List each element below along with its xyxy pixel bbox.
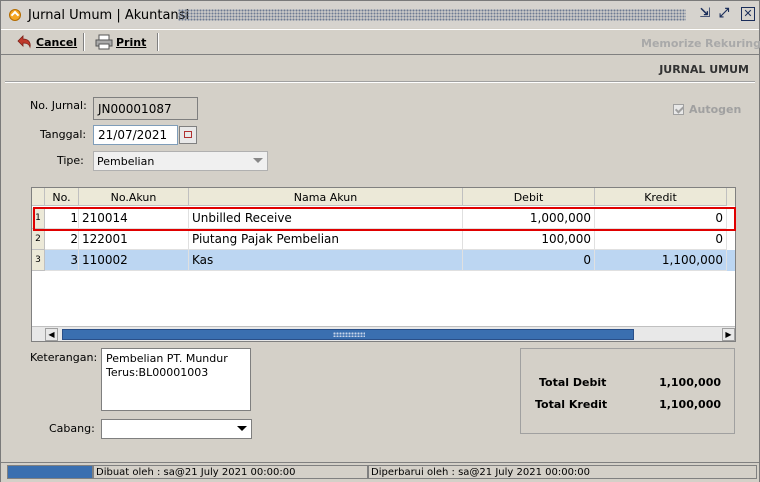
scroll-left-icon[interactable]: ◀ <box>45 328 58 341</box>
keterangan-line: Terus:BL00001003 <box>106 366 209 379</box>
cell-nama-akun[interactable]: Unbilled Receive <box>189 208 463 229</box>
row-number: 2 <box>32 229 45 250</box>
chevron-down-icon <box>253 158 263 163</box>
cell-debit[interactable]: 1,000,000 <box>463 208 595 229</box>
tipe-value: Pembelian <box>97 154 155 168</box>
cell-kredit[interactable]: 1,100,000 <box>595 250 727 271</box>
row-number-header <box>32 188 45 206</box>
printer-icon <box>95 34 113 50</box>
toolbar-divider <box>157 33 159 51</box>
cell-no[interactable]: 3 <box>45 250 79 271</box>
memorize-button[interactable]: Memorize <box>641 37 701 50</box>
tipe-label: Tipe: <box>57 154 84 167</box>
horizontal-scrollbar[interactable]: ◀ ▶ <box>32 326 735 341</box>
undo-icon <box>17 35 31 49</box>
cell-kredit[interactable]: 0 <box>595 229 727 250</box>
calendar-icon[interactable] <box>179 126 197 144</box>
keterangan-line: Pembelian PT. Mundur <box>106 352 228 365</box>
print-button[interactable]: Print <box>95 32 146 52</box>
header-divider <box>5 81 755 83</box>
window-title: Jurnal Umum | Akuntansi <box>28 8 190 23</box>
cancel-button[interactable]: Cancel <box>15 32 77 52</box>
toolbar: Cancel Print Memorize Rekuring <box>1 29 760 55</box>
journal-window: Jurnal Umum | Akuntansi ⇲ ⤢ ✕ Cancel Pri… <box>0 0 760 482</box>
scroll-right-icon[interactable]: ▶ <box>722 328 735 341</box>
keterangan-label: Keterangan: <box>30 351 98 364</box>
cancel-label: Cancel <box>36 35 78 49</box>
cell-no[interactable]: 2 <box>45 229 79 250</box>
cell-debit[interactable]: 100,000 <box>463 229 595 250</box>
autogen-label: Autogen <box>689 103 742 116</box>
cabang-label: Cabang: <box>49 422 95 435</box>
toolbar-divider <box>83 33 85 51</box>
column-header-nama-akun[interactable]: Nama Akun <box>189 188 463 206</box>
cell-kredit[interactable]: 0 <box>595 208 727 229</box>
title-bar: Jurnal Umum | Akuntansi ⇲ ⤢ ✕ <box>1 1 759 28</box>
status-created: Dibuat oleh : sa@21 July 2021 00:00:00 <box>93 465 368 479</box>
autogen-checkbox[interactable]: Autogen <box>673 103 741 116</box>
status-updated: Diperbarui oleh : sa@21 July 2021 00:00:… <box>368 465 757 479</box>
total-kredit-label: Total Kredit <box>535 398 608 411</box>
total-debit-value: 1,100,000 <box>659 376 721 389</box>
rekuring-button[interactable]: Rekuring <box>705 37 760 50</box>
module-title: JURNAL UMUM <box>659 63 749 76</box>
cabang-select[interactable] <box>101 419 252 439</box>
app-icon <box>9 9 21 21</box>
totals-panel: Total Debit 1,100,000 Total Kredit 1,100… <box>520 348 735 434</box>
column-header-no[interactable]: No. <box>45 188 79 206</box>
cell-no-akun[interactable]: 110002 <box>79 250 189 271</box>
total-debit-label: Total Debit <box>539 376 607 389</box>
column-header-debit[interactable]: Debit <box>463 188 595 206</box>
table-row[interactable]: 1 1 210014 Unbilled Receive 1,000,000 0 <box>32 208 735 229</box>
chevron-down-icon <box>237 426 247 431</box>
tanggal-field[interactable]: 21/07/2021 <box>93 125 178 145</box>
scroll-thumb[interactable] <box>62 329 634 340</box>
cell-nama-akun[interactable]: Kas <box>189 250 463 271</box>
checkbox-icon <box>673 104 684 115</box>
cell-no-akun[interactable]: 210014 <box>79 208 189 229</box>
grid-header: No. No.Akun Nama Akun Debit Kredit <box>32 188 735 206</box>
status-progress <box>7 465 93 479</box>
title-bar-pattern <box>178 9 686 21</box>
no-jurnal-field[interactable]: JN00001087 <box>93 97 198 120</box>
journal-grid[interactable]: No. No.Akun Nama Akun Debit Kredit 1 1 2… <box>31 187 736 342</box>
cell-no[interactable]: 1 <box>45 208 79 229</box>
tipe-select[interactable]: Pembelian <box>93 151 268 171</box>
cell-debit[interactable]: 0 <box>463 250 595 271</box>
restore-icon[interactable]: ⇲ <box>698 7 712 21</box>
print-label: Print <box>116 35 147 49</box>
table-row-selected[interactable]: 3 3 110002 Kas 0 1,100,000 <box>32 250 735 271</box>
cell-nama-akun[interactable]: Piutang Pajak Pembelian <box>189 229 463 250</box>
no-jurnal-label: No. Jurnal: <box>30 99 87 112</box>
maximize-icon[interactable]: ⤢ <box>717 7 731 21</box>
cell-no-akun[interactable]: 122001 <box>79 229 189 250</box>
tanggal-label: Tanggal: <box>40 128 87 141</box>
row-number: 1 <box>32 208 45 229</box>
row-number: 3 <box>32 250 45 271</box>
column-header-no-akun[interactable]: No.Akun <box>79 188 189 206</box>
status-bar: Dibuat oleh : sa@21 July 2021 00:00:00 D… <box>1 462 759 482</box>
close-icon[interactable]: ✕ <box>741 7 755 21</box>
column-header-kredit[interactable]: Kredit <box>595 188 727 206</box>
total-kredit-value: 1,100,000 <box>659 398 721 411</box>
table-row[interactable]: 2 2 122001 Piutang Pajak Pembelian 100,0… <box>32 229 735 250</box>
keterangan-textarea[interactable]: Pembelian PT. Mundur Terus:BL00001003 <box>101 348 251 411</box>
